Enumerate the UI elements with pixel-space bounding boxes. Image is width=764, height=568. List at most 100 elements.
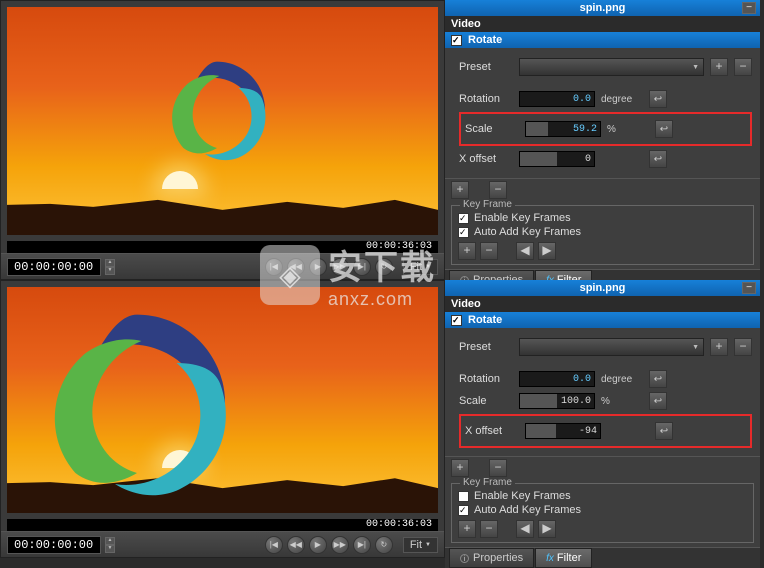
preset-dropdown-b[interactable]: [519, 338, 704, 356]
xoffset-reset-button-b[interactable]: ↩: [655, 422, 673, 440]
xoffset-input[interactable]: 0: [519, 151, 595, 167]
preset-add-button[interactable]: +: [710, 58, 728, 76]
keyframe-add-button-b[interactable]: +: [458, 520, 476, 538]
auto-keyframes-row-b[interactable]: Auto Add Key Frames: [458, 504, 747, 516]
play-button[interactable]: ▶: [309, 258, 327, 276]
scale-reset-button-b[interactable]: ↩: [649, 392, 667, 410]
keyframe-prev-button[interactable]: ◀: [516, 242, 534, 260]
xoffset-row: X offset 0 ↩: [459, 150, 752, 168]
spin-logo-overlay-bottom: [27, 297, 247, 513]
scale-value-b: 100.0: [561, 396, 591, 407]
enable-keyframes-row[interactable]: Enable Key Frames: [458, 212, 747, 224]
enable-keyframes-checkbox-b[interactable]: [458, 491, 469, 502]
goto-end-button-b[interactable]: ▶|: [353, 536, 371, 554]
goto-end-button[interactable]: ▶|: [353, 258, 371, 276]
loop-button[interactable]: ↻: [375, 258, 393, 276]
video-preview-bottom[interactable]: [7, 287, 438, 513]
scale-unit-b: %: [601, 396, 643, 407]
spin-logo-overlay-top: [157, 52, 277, 172]
keyframe-group: Key Frame Enable Key Frames Auto Add Key…: [451, 205, 754, 265]
zoom-fit-dropdown-b[interactable]: Fit: [403, 537, 438, 553]
keyframe-remove-button[interactable]: −: [480, 242, 498, 260]
preset-add-button-b[interactable]: +: [710, 338, 728, 356]
rotate-enable-checkbox[interactable]: [451, 35, 462, 46]
zoom-fit-dropdown[interactable]: Fit: [403, 259, 438, 275]
scale-row-highlighted: Scale 59.2 % ↩: [459, 112, 752, 146]
timecode-step-down[interactable]: ▼: [105, 267, 115, 275]
keyframe-add-button[interactable]: +: [458, 242, 476, 260]
filter-remove-button-b[interactable]: −: [489, 459, 507, 477]
auto-keyframes-row[interactable]: Auto Add Key Frames: [458, 226, 747, 238]
preset-dropdown[interactable]: [519, 58, 704, 76]
scale-input[interactable]: 59.2: [525, 121, 601, 137]
inspector-panel-bottom: spin.png − Video Rotate Preset + − Rotat…: [445, 280, 760, 558]
preset-row-b: Preset + −: [459, 338, 752, 356]
rotation-input-b[interactable]: 0.0: [519, 371, 595, 387]
step-back-button[interactable]: ◀◀: [287, 258, 305, 276]
play-button-b[interactable]: ▶: [309, 536, 327, 554]
rotate-label: Rotate: [468, 34, 502, 46]
zoom-fit-label: Fit: [410, 261, 422, 273]
keyframe-next-button-b[interactable]: ▶: [538, 520, 556, 538]
step-forward-button[interactable]: ▶▶: [331, 258, 349, 276]
rotation-reset-button-b[interactable]: ↩: [649, 370, 667, 388]
video-section-header-b: Video: [445, 296, 760, 312]
inspector-panel-top: spin.png − Video Rotate Preset + − Rotat…: [445, 0, 760, 280]
preset-remove-button[interactable]: −: [734, 58, 752, 76]
timecode-display-top[interactable]: 00:00:00:00: [7, 258, 101, 276]
rotate-filter-row[interactable]: Rotate: [445, 32, 760, 48]
timecode-display-bottom[interactable]: 00:00:00:00: [7, 536, 101, 554]
collapse-button[interactable]: −: [742, 2, 756, 14]
enable-keyframes-label-b: Enable Key Frames: [474, 490, 571, 502]
goto-start-button[interactable]: |◀: [265, 258, 283, 276]
auto-keyframes-checkbox-b[interactable]: [458, 505, 469, 516]
properties-tab-b[interactable]: iProperties: [449, 548, 534, 568]
rotation-value-b: 0.0: [573, 374, 591, 385]
filter-add-button-b[interactable]: +: [451, 459, 469, 477]
enable-keyframes-checkbox[interactable]: [458, 213, 469, 224]
transport-bar-top: 00:00:00:00 ▲ ▼ |◀ ◀◀ ▶ ▶▶ ▶| ↻ Fit: [1, 253, 444, 279]
goto-start-button-b[interactable]: |◀: [265, 536, 283, 554]
xoffset-row-b: X offset -94 ↩: [465, 422, 746, 440]
xoffset-input-b[interactable]: -94: [525, 423, 601, 439]
rotation-label: Rotation: [459, 93, 513, 105]
clip-timecode-bottom: 00:00:36:03: [7, 519, 438, 531]
step-back-button-b[interactable]: ◀◀: [287, 536, 305, 554]
timecode-step-down-b[interactable]: ▼: [105, 545, 115, 553]
rotation-reset-button[interactable]: ↩: [649, 90, 667, 108]
preset-remove-button-b[interactable]: −: [734, 338, 752, 356]
filter-add-button[interactable]: +: [451, 181, 469, 199]
preset-label: Preset: [459, 61, 513, 73]
rotate-filter-row-b[interactable]: Rotate: [445, 312, 760, 328]
scale-unit: %: [607, 124, 649, 135]
xoffset-value: 0: [585, 154, 591, 165]
scale-value: 59.2: [573, 124, 597, 135]
xoffset-label: X offset: [459, 153, 513, 165]
keyframe-group-b: Key Frame Enable Key Frames Auto Add Key…: [451, 483, 754, 543]
filter-tab-label-b: Filter: [557, 552, 581, 564]
rotation-input[interactable]: 0.0: [519, 91, 595, 107]
rotate-enable-checkbox-b[interactable]: [451, 315, 462, 326]
loop-button-b[interactable]: ↻: [375, 536, 393, 554]
video-preview-top[interactable]: [7, 7, 438, 235]
auto-keyframes-label: Auto Add Key Frames: [474, 226, 581, 238]
enable-keyframes-label: Enable Key Frames: [474, 212, 571, 224]
filter-tab-b[interactable]: fxFilter: [535, 548, 592, 568]
keyframe-next-button[interactable]: ▶: [538, 242, 556, 260]
rotate-label-b: Rotate: [468, 314, 502, 326]
keyframe-remove-button-b[interactable]: −: [480, 520, 498, 538]
timecode-step-up[interactable]: ▲: [105, 259, 115, 267]
xoffset-reset-button[interactable]: ↩: [649, 150, 667, 168]
timecode-step-up-b[interactable]: ▲: [105, 537, 115, 545]
auto-keyframes-checkbox[interactable]: [458, 227, 469, 238]
transport-bar-bottom: 00:00:00:00 ▲ ▼ |◀ ◀◀ ▶ ▶▶ ▶| ↻ Fit: [1, 531, 444, 557]
filter-remove-button[interactable]: −: [489, 181, 507, 199]
collapse-button-b[interactable]: −: [742, 282, 756, 294]
keyframe-prev-button-b[interactable]: ◀: [516, 520, 534, 538]
preset-label-b: Preset: [459, 341, 513, 353]
scale-input-b[interactable]: 100.0: [519, 393, 595, 409]
step-forward-button-b[interactable]: ▶▶: [331, 536, 349, 554]
scale-reset-button[interactable]: ↩: [655, 120, 673, 138]
enable-keyframes-row-b[interactable]: Enable Key Frames: [458, 490, 747, 502]
video-section-header: Video: [445, 16, 760, 32]
